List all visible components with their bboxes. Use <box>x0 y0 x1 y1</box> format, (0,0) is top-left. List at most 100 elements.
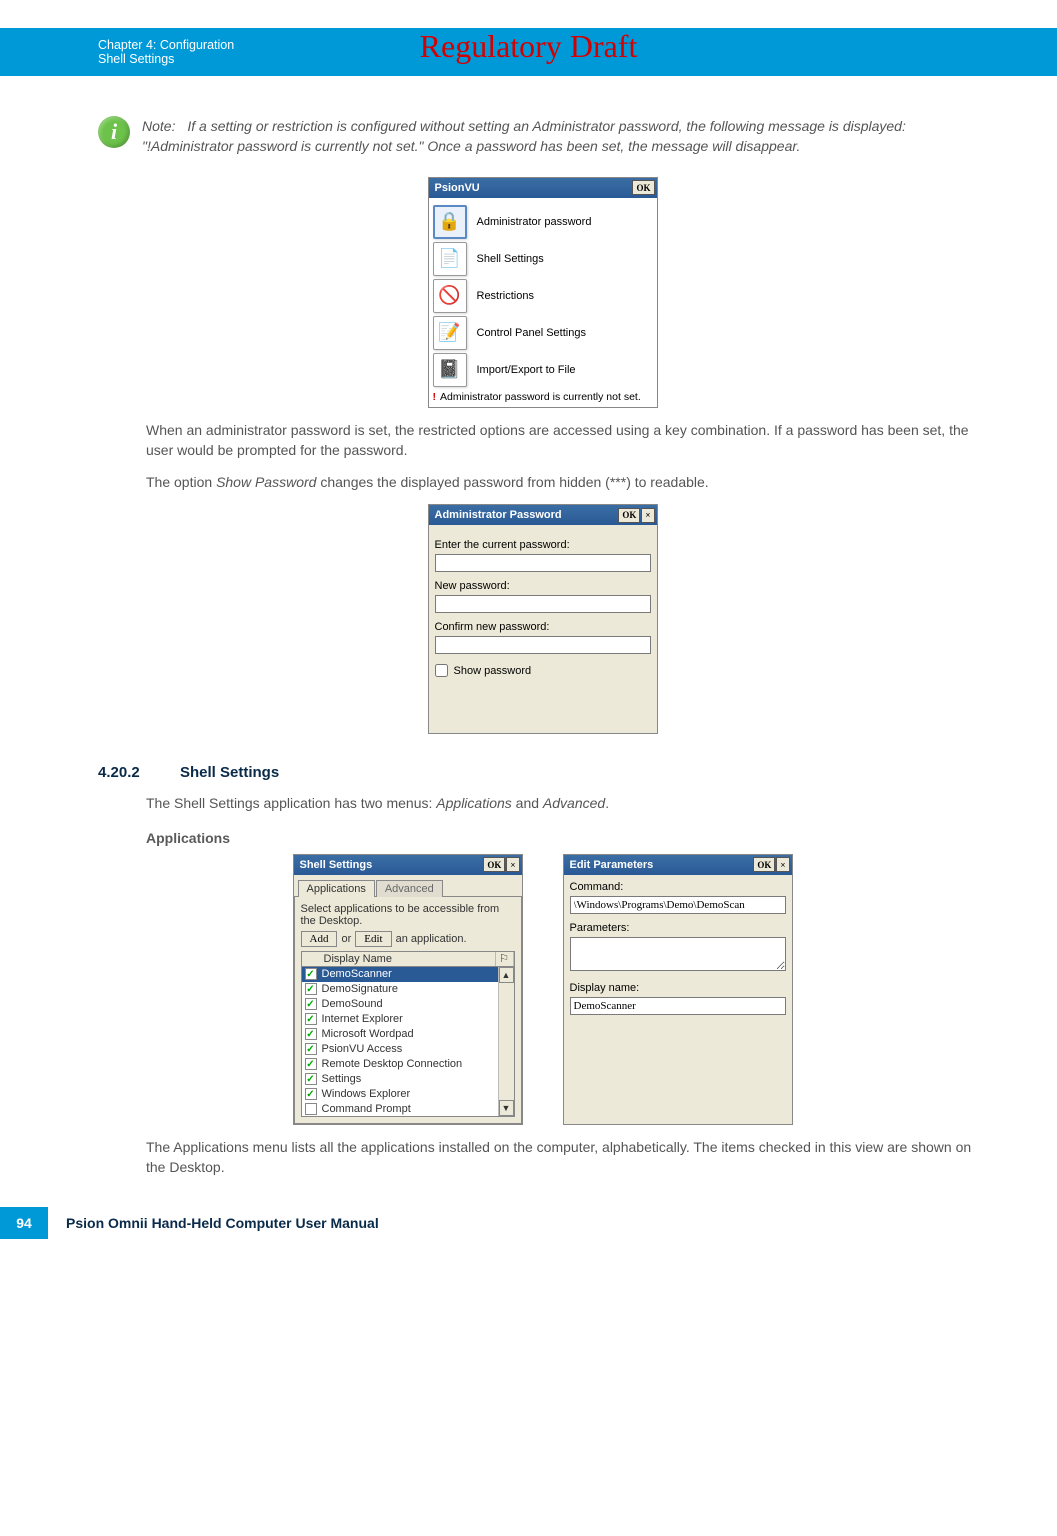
checkbox[interactable]: ✓ <box>305 983 317 995</box>
checkbox[interactable]: ✓ <box>305 968 317 980</box>
text: and <box>512 795 543 811</box>
text-italic: Advanced <box>543 795 605 811</box>
ok-button[interactable]: OK <box>632 180 654 195</box>
edit-parameters-window: Edit Parameters OK × Command: Parameters… <box>563 854 793 1125</box>
shell-titlebar[interactable]: Shell Settings OK × <box>294 855 522 875</box>
tab-applications[interactable]: Applications <box>298 880 375 897</box>
psionvu-item-shell[interactable]: 📄 Shell Settings <box>433 242 653 276</box>
warning-row: ! Administrator password is currently no… <box>433 391 653 403</box>
psionvu-item-admin[interactable]: 🔒 Administrator password <box>433 205 653 239</box>
close-button[interactable]: × <box>776 857 789 872</box>
list-item[interactable]: ✓Command Prompt⚐ <box>302 1102 514 1117</box>
note-text: If a setting or restriction is configure… <box>142 118 906 154</box>
shell-instruction: Select applications to be accessible fro… <box>301 903 515 927</box>
list-item[interactable]: ✓Microsoft Wordpad⚐ <box>302 1027 514 1042</box>
close-button[interactable]: × <box>641 508 654 523</box>
ok-button[interactable]: OK <box>483 857 505 872</box>
item-name: PsionVU Access <box>320 1043 498 1055</box>
checkbox[interactable]: ✓ <box>305 998 317 1010</box>
checkbox[interactable]: ✓ <box>305 1073 317 1085</box>
subheading-applications: Applications <box>146 830 987 846</box>
text: The option <box>146 474 216 490</box>
note-block: i Note: If a setting or restriction is c… <box>98 116 987 157</box>
add-button[interactable]: Add <box>301 931 338 947</box>
ok-button[interactable]: OK <box>753 857 775 872</box>
scroll-track[interactable] <box>499 983 514 1100</box>
psionvu-label: Shell Settings <box>477 253 544 265</box>
adminpw-title: Administrator Password <box>435 509 562 521</box>
restrict-icon: 🚫 <box>433 279 467 313</box>
show-password-label: Show password <box>454 665 532 677</box>
import-icon: 📓 <box>433 353 467 387</box>
list-item[interactable]: ✓DemoSound⚐ <box>302 997 514 1012</box>
command-input[interactable] <box>570 896 786 914</box>
ok-button[interactable]: OK <box>618 508 640 523</box>
show-password-check[interactable]: Show password <box>435 664 651 677</box>
list-item[interactable]: ✓DemoSignature⚐ <box>302 982 514 997</box>
checkbox[interactable]: ✓ <box>305 1088 317 1100</box>
warning-icon: ! <box>433 391 437 403</box>
info-icon: i <box>98 116 130 148</box>
footer-title: Psion Omnii Hand-Held Computer User Manu… <box>66 1215 379 1231</box>
editparams-title: Edit Parameters <box>570 859 654 871</box>
list-header[interactable]: Display Name ⚐ <box>301 951 515 967</box>
list-item[interactable]: ✓Internet Explorer⚐ <box>302 1012 514 1027</box>
editparams-titlebar[interactable]: Edit Parameters OK × <box>564 855 792 875</box>
item-name: DemoSignature <box>320 983 498 995</box>
paragraph-2: The option Show Password changes the dis… <box>146 472 987 492</box>
psionvu-item-import[interactable]: 📓 Import/Export to File <box>433 353 653 387</box>
psionvu-label: Restrictions <box>477 290 534 302</box>
close-button[interactable]: × <box>506 857 519 872</box>
item-name: Windows Explorer <box>320 1088 498 1100</box>
list-item[interactable]: ✓DemoScanner⚐ <box>302 967 514 982</box>
tab-advanced[interactable]: Advanced <box>376 880 443 897</box>
col-displayname: Display Name <box>320 952 496 966</box>
item-name: Settings <box>320 1073 498 1085</box>
list-item[interactable]: ✓Windows Explorer⚐ <box>302 1087 514 1102</box>
text: changes the displayed password from hidd… <box>316 474 708 490</box>
page-footer: 94 Psion Omnii Hand-Held Computer User M… <box>0 1207 1057 1259</box>
adminpw-titlebar[interactable]: Administrator Password OK × <box>429 505 657 525</box>
new-password-input[interactable] <box>435 595 651 613</box>
psionvu-titlebar[interactable]: PsionVU OK <box>429 178 657 198</box>
tail-text: an application. <box>396 933 467 945</box>
lock-icon: 🔒 <box>433 205 467 239</box>
psionvu-title: PsionVU <box>435 182 480 194</box>
text: . <box>605 795 609 811</box>
label-parameters: Parameters: <box>570 922 786 934</box>
or-text: or <box>341 933 351 945</box>
confirm-password-input[interactable] <box>435 636 651 654</box>
item-name: Internet Explorer <box>320 1013 498 1025</box>
shell-icon: 📄 <box>433 242 467 276</box>
item-name: Microsoft Wordpad <box>320 1028 498 1040</box>
checkbox[interactable]: ✓ <box>305 1058 317 1070</box>
list-item[interactable]: ✓Settings⚐ <box>302 1072 514 1087</box>
label-new: New password: <box>435 580 651 592</box>
shell-title: Shell Settings <box>300 859 373 871</box>
displayname-input[interactable] <box>570 997 786 1015</box>
checkbox[interactable]: ✓ <box>305 1013 317 1025</box>
psionvu-item-restrict[interactable]: 🚫 Restrictions <box>433 279 653 313</box>
edit-button[interactable]: Edit <box>355 931 391 947</box>
list-item[interactable]: ✓Remote Desktop Connection⚐ <box>302 1057 514 1072</box>
list-item[interactable]: ✓PsionVU Access⚐ <box>302 1042 514 1057</box>
parameters-input[interactable] <box>570 937 786 971</box>
watermark: Regulatory Draft <box>0 28 1057 65</box>
scroll-down-icon[interactable]: ▼ <box>499 1100 514 1116</box>
scroll-up-icon[interactable]: ▲ <box>499 967 514 983</box>
current-password-input[interactable] <box>435 554 651 572</box>
text-italic: Show Password <box>216 474 316 490</box>
paragraph-3: The Shell Settings application has two m… <box>146 793 987 813</box>
item-name: Remote Desktop Connection <box>320 1058 498 1070</box>
show-password-checkbox[interactable] <box>435 664 448 677</box>
item-name: Command Prompt <box>320 1103 498 1115</box>
shell-settings-window: Shell Settings OK × Applications Advance… <box>293 854 523 1125</box>
psionvu-item-cpanel[interactable]: 📝 Control Panel Settings <box>433 316 653 350</box>
list-body: ✓DemoScanner⚐✓DemoSignature⚐✓DemoSound⚐✓… <box>301 967 515 1117</box>
checkbox[interactable]: ✓ <box>305 1028 317 1040</box>
label-command: Command: <box>570 881 786 893</box>
scrollbar[interactable]: ▲ ▼ <box>498 967 514 1116</box>
checkbox[interactable]: ✓ <box>305 1103 317 1115</box>
item-name: DemoSound <box>320 998 498 1010</box>
checkbox[interactable]: ✓ <box>305 1043 317 1055</box>
